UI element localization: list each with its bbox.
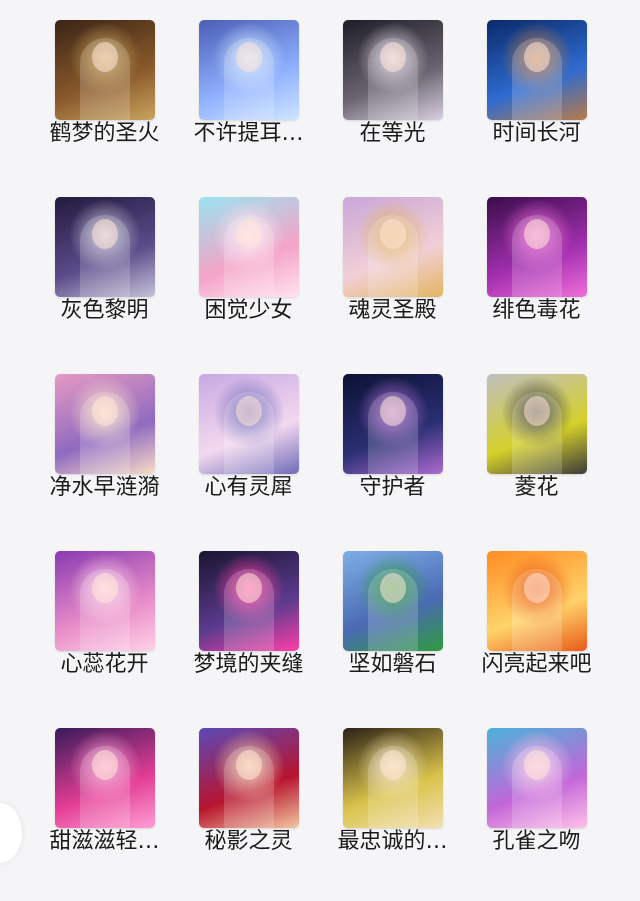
cover-thumbnail[interactable] bbox=[487, 374, 587, 474]
item-title[interactable]: 不许提耳… bbox=[176, 120, 321, 148]
cover-thumbnail[interactable] bbox=[199, 728, 299, 828]
grid-item[interactable]: 最忠诚的… bbox=[320, 708, 465, 885]
face-art bbox=[380, 573, 406, 603]
cover-thumbnail[interactable] bbox=[55, 197, 155, 297]
cover-thumbnail[interactable] bbox=[199, 197, 299, 297]
cover-thumbnail[interactable] bbox=[487, 728, 587, 828]
grid-item[interactable]: 闪亮起来吧 bbox=[464, 531, 609, 708]
cover-thumbnail[interactable] bbox=[199, 551, 299, 651]
item-title[interactable]: 梦境的夹缝 bbox=[176, 651, 321, 679]
face-art bbox=[380, 42, 406, 72]
grid-item[interactable]: 心蕊花开 bbox=[32, 531, 177, 708]
item-title[interactable]: 绯色毒花 bbox=[464, 297, 609, 325]
item-title[interactable]: 坚如磐石 bbox=[320, 651, 465, 679]
face-art bbox=[92, 750, 118, 780]
cover-thumbnail[interactable] bbox=[343, 728, 443, 828]
face-art bbox=[92, 396, 118, 426]
cover-thumbnail[interactable] bbox=[343, 197, 443, 297]
grid-item[interactable]: 困觉少女 bbox=[176, 177, 321, 354]
face-art bbox=[236, 396, 262, 426]
grid-item[interactable]: 在等光 bbox=[320, 0, 465, 177]
face-art bbox=[524, 42, 550, 72]
item-title[interactable]: 心蕊花开 bbox=[32, 651, 177, 679]
face-art bbox=[92, 573, 118, 603]
face-art bbox=[236, 750, 262, 780]
cover-thumbnail[interactable] bbox=[487, 197, 587, 297]
face-art bbox=[380, 219, 406, 249]
face-art bbox=[380, 396, 406, 426]
grid-item[interactable]: 坚如磐石 bbox=[320, 531, 465, 708]
grid-item[interactable]: 秘影之灵 bbox=[176, 708, 321, 885]
face-art bbox=[524, 750, 550, 780]
grid-item[interactable]: 时间长河 bbox=[464, 0, 609, 177]
face-art bbox=[236, 42, 262, 72]
cover-thumbnail[interactable] bbox=[487, 20, 587, 120]
grid-item[interactable]: 鹤梦的圣火 bbox=[32, 0, 177, 177]
cover-thumbnail[interactable] bbox=[487, 551, 587, 651]
item-title[interactable]: 菱花 bbox=[464, 474, 609, 502]
cover-thumbnail[interactable] bbox=[343, 20, 443, 120]
cover-thumbnail[interactable] bbox=[55, 728, 155, 828]
face-art bbox=[524, 573, 550, 603]
item-title[interactable]: 秘影之灵 bbox=[176, 828, 321, 856]
item-title[interactable]: 困觉少女 bbox=[176, 297, 321, 325]
grid-item[interactable]: 绯色毒花 bbox=[464, 177, 609, 354]
grid-item[interactable]: 孔雀之吻 bbox=[464, 708, 609, 885]
item-title[interactable]: 灰色黎明 bbox=[32, 297, 177, 325]
item-title[interactable]: 在等光 bbox=[320, 120, 465, 148]
cover-thumbnail[interactable] bbox=[55, 374, 155, 474]
face-art bbox=[92, 42, 118, 72]
face-art bbox=[524, 396, 550, 426]
cover-thumbnail[interactable] bbox=[199, 20, 299, 120]
grid-item[interactable]: 菱花 bbox=[464, 354, 609, 531]
song-grid: 鹤梦的圣火 不许提耳… 在等光 时间长河 灰色黎明 困觉少女 魂灵圣殿 绯色毒花… bbox=[0, 0, 640, 901]
cover-thumbnail[interactable] bbox=[343, 374, 443, 474]
item-title[interactable]: 最忠诚的… bbox=[320, 828, 465, 856]
grid-item[interactable]: 甜滋滋轻… bbox=[32, 708, 177, 885]
item-title[interactable]: 净水早涟漪 bbox=[32, 474, 177, 502]
grid-item[interactable]: 净水早涟漪 bbox=[32, 354, 177, 531]
face-art bbox=[380, 750, 406, 780]
face-art bbox=[92, 219, 118, 249]
face-art bbox=[236, 573, 262, 603]
item-title[interactable]: 魂灵圣殿 bbox=[320, 297, 465, 325]
grid-item[interactable]: 不许提耳… bbox=[176, 0, 321, 177]
item-title[interactable]: 孔雀之吻 bbox=[464, 828, 609, 856]
grid-item[interactable]: 心有灵犀 bbox=[176, 354, 321, 531]
item-title[interactable]: 鹤梦的圣火 bbox=[32, 120, 177, 148]
item-title[interactable]: 闪亮起来吧 bbox=[464, 651, 609, 679]
face-art bbox=[236, 219, 262, 249]
item-title[interactable]: 心有灵犀 bbox=[176, 474, 321, 502]
grid-item[interactable]: 灰色黎明 bbox=[32, 177, 177, 354]
item-title[interactable]: 甜滋滋轻… bbox=[32, 828, 177, 856]
cover-thumbnail[interactable] bbox=[55, 20, 155, 120]
cover-thumbnail[interactable] bbox=[199, 374, 299, 474]
cover-thumbnail[interactable] bbox=[55, 551, 155, 651]
cover-thumbnail[interactable] bbox=[343, 551, 443, 651]
grid-item[interactable]: 梦境的夹缝 bbox=[176, 531, 321, 708]
grid-item[interactable]: 守护者 bbox=[320, 354, 465, 531]
grid-item[interactable]: 魂灵圣殿 bbox=[320, 177, 465, 354]
face-art bbox=[524, 219, 550, 249]
item-title[interactable]: 守护者 bbox=[320, 474, 465, 502]
item-title[interactable]: 时间长河 bbox=[464, 120, 609, 148]
